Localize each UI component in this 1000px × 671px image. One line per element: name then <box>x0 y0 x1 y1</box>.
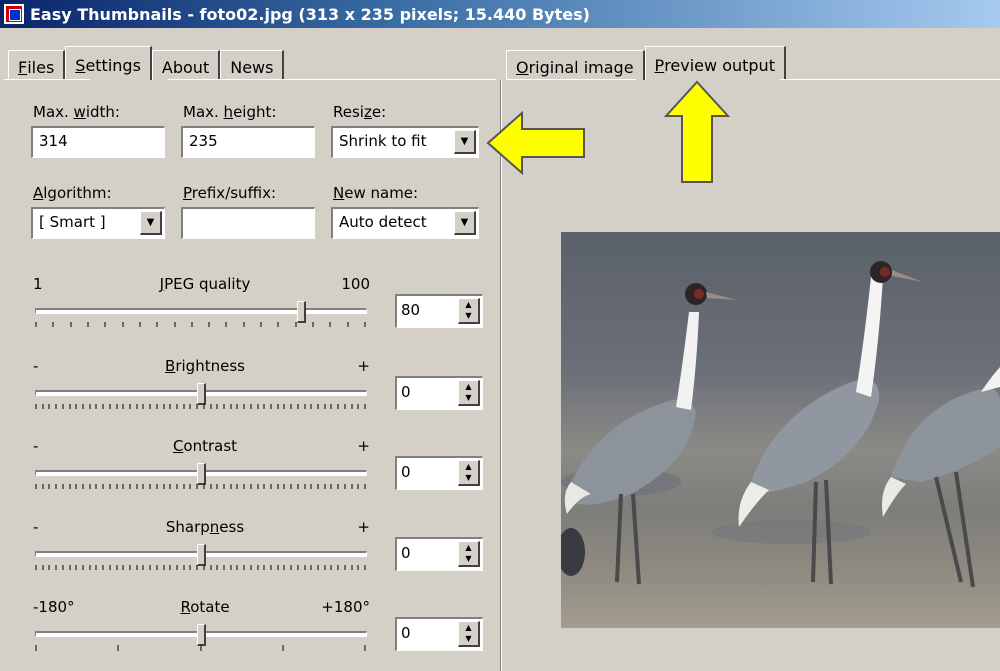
chevron-down-icon[interactable]: ▼ <box>454 211 476 235</box>
slider-contrast-thumb[interactable] <box>197 463 206 485</box>
spin-arrows-icon[interactable]: ▲ ▼ <box>458 541 480 567</box>
resize-label: Resize: <box>333 103 387 121</box>
chevron-down-icon[interactable]: ▼ <box>140 211 162 235</box>
tab-about[interactable]: About <box>151 50 221 80</box>
tab-about-label: About <box>161 57 210 77</box>
title-bar[interactable]: Easy Thumbnails - foto02.jpg (313 x 235 … <box>0 0 1000 28</box>
prefix-suffix-input[interactable] <box>181 207 315 239</box>
new-name-label: New name: <box>333 184 419 202</box>
slider-rotate-value: 0 <box>401 624 411 642</box>
tab-settings-accel: S <box>75 55 86 75</box>
tab-news[interactable]: News <box>220 50 285 80</box>
slider-contrast-max-label: + <box>357 437 370 455</box>
slider-sharpness-ticks <box>35 565 366 570</box>
new-name-value: Auto detect <box>339 213 427 231</box>
tab-original-image[interactable]: Original image <box>506 50 645 80</box>
app-icon[interactable] <box>4 4 24 24</box>
slider-sharpness-min-label: - <box>33 518 39 536</box>
crane-3 <box>882 367 1000 588</box>
slider-brightness-value-input[interactable]: 0 ▲ ▼ <box>395 376 483 410</box>
tab-files[interactable]: Files <box>8 50 66 80</box>
new-name-select[interactable]: Auto detect ▼ <box>331 207 479 239</box>
slider-jpeg-min-label: 1 <box>33 275 43 293</box>
tab-baseline <box>4 79 90 80</box>
slider-jpeg-track[interactable] <box>35 308 367 314</box>
tab-baseline <box>506 79 636 80</box>
slider-sharpness-value: 0 <box>401 544 411 562</box>
slider-sharpness-value-input[interactable]: 0 ▲ ▼ <box>395 537 483 571</box>
slider-brightness-ticks <box>35 404 366 409</box>
tab-preview-output[interactable]: Preview output <box>644 46 786 80</box>
slider-sharpness-thumb[interactable] <box>197 544 206 566</box>
slider-brightness-value: 0 <box>401 383 411 401</box>
right-tab-strip: Original image Preview output <box>506 46 786 80</box>
spin-arrows-icon[interactable]: ▲ ▼ <box>458 460 480 486</box>
slider-jpeg-value: 80 <box>401 301 421 319</box>
slider-rotate-max-label: +180° <box>321 598 370 616</box>
cranes-photo <box>561 261 1000 628</box>
slider-brightness-min-label: - <box>33 357 39 375</box>
slider-rotate-thumb[interactable] <box>197 624 206 646</box>
tab-baseline <box>780 79 1000 80</box>
slider-jpeg-thumb[interactable] <box>296 301 306 323</box>
tab-baseline <box>168 79 496 80</box>
app-window: Easy Thumbnails - foto02.jpg (313 x 235 … <box>0 0 1000 671</box>
yellow-arrow-left-icon <box>486 111 585 175</box>
preview-image <box>561 232 1000 628</box>
algorithm-select[interactable]: [ Smart ] ▼ <box>31 207 165 239</box>
tab-settings[interactable]: Settings <box>65 46 152 80</box>
slider-contrast-value: 0 <box>401 463 411 481</box>
tab-preview-accel: P <box>654 55 665 75</box>
slider-rotate-ticks <box>35 645 366 651</box>
slider-jpeg-max-label: 100 <box>341 275 370 293</box>
chevron-down-icon[interactable]: ▼ <box>454 130 476 154</box>
tab-settings-label: ettings <box>85 55 141 75</box>
tab-original-label: riginal image <box>528 57 634 77</box>
yellow-arrow-up-icon <box>664 80 730 183</box>
slider-brightness-thumb[interactable] <box>197 383 206 405</box>
tab-files-label: iles <box>27 57 55 77</box>
slider-contrast-label: Contrast <box>172 437 238 455</box>
spin-arrows-icon[interactable]: ▲ ▼ <box>458 380 480 406</box>
slider-brightness-label: Brightness <box>165 357 245 375</box>
slider-jpeg-value-input[interactable]: 80 ▲ ▼ <box>395 294 483 328</box>
algorithm-value: [ Smart ] <box>39 213 106 231</box>
tab-news-label: News <box>230 57 274 77</box>
prefix-suffix-label: Prefix/suffix: <box>183 184 276 202</box>
slider-rotate-min-label: -180° <box>33 598 75 616</box>
algorithm-label: Algorithm: <box>33 184 112 202</box>
slider-jpeg-label: JPEG quality <box>159 275 251 293</box>
crane-1 <box>564 283 737 585</box>
slider-rotate-value-input[interactable]: 0 ▲ ▼ <box>395 617 483 651</box>
spin-arrows-icon[interactable]: ▲ ▼ <box>458 298 480 324</box>
max-width-label: Max. width: <box>33 103 120 121</box>
slider-contrast-ticks <box>35 484 366 489</box>
tab-files-accel: F <box>18 57 28 77</box>
slider-brightness-max-label: + <box>357 357 370 375</box>
resize-select[interactable]: Shrink to fit ▼ <box>331 126 479 158</box>
spin-arrows-icon[interactable]: ▲ ▼ <box>458 621 480 647</box>
tab-preview-label: review output <box>664 55 775 75</box>
window-title: Easy Thumbnails - foto02.jpg (313 x 235 … <box>30 4 590 24</box>
slider-contrast-value-input[interactable]: 0 ▲ ▼ <box>395 456 483 490</box>
slider-sharpness-label: Sharpness <box>165 518 245 536</box>
max-width-input[interactable]: 314 <box>31 126 165 158</box>
slider-jpeg-ticks <box>35 322 366 327</box>
left-tab-strip: Files Settings About News <box>8 46 285 80</box>
slider-contrast-min-label: - <box>33 437 39 455</box>
slider-rotate-label: Rotate <box>180 598 230 616</box>
tab-original-accel: O <box>516 57 529 77</box>
max-height-label: Max. height: <box>183 103 277 121</box>
slider-sharpness-max-label: + <box>357 518 370 536</box>
max-height-input[interactable]: 235 <box>181 126 315 158</box>
resize-value: Shrink to fit <box>339 132 427 150</box>
